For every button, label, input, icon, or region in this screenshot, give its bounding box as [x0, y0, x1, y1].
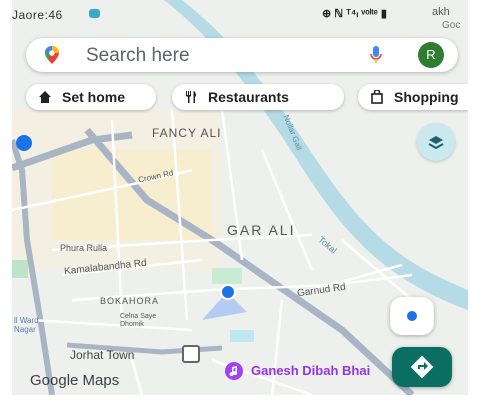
- compass-icon[interactable]: [16, 135, 32, 151]
- map-label-fancy-ali: FANCY ALI: [152, 126, 222, 140]
- my-location-button[interactable]: [390, 297, 434, 335]
- search-input[interactable]: Search here: [86, 45, 190, 67]
- fork-knife-icon: [186, 91, 196, 103]
- layers-button[interactable]: [417, 123, 455, 161]
- map-label-ward: ll Ward Nagar: [14, 316, 39, 334]
- home-icon: [39, 91, 51, 103]
- chip-shopping[interactable]: Shopping: [358, 84, 468, 110]
- status-time: Jaore:46: [12, 8, 63, 22]
- park-area: [12, 260, 28, 278]
- chip-label: Set home: [62, 89, 126, 105]
- chip-label: Shopping: [394, 89, 459, 105]
- chip-label: Restaurants: [208, 89, 289, 105]
- my-location-icon: [407, 311, 417, 321]
- map-label-prem-rd: Phura Rulla: [60, 243, 108, 253]
- notification-icon: [89, 9, 100, 18]
- music-note-icon: [225, 362, 243, 380]
- map-label-gar-ali: GAR ALI: [227, 222, 296, 238]
- chip-restaurants[interactable]: Restaurants: [172, 84, 344, 110]
- app-frame: FANCY ALI GAR ALI Crown Rd Phura Rulla K…: [0, 0, 478, 406]
- avatar[interactable]: R: [418, 42, 444, 68]
- layers-icon: [428, 136, 444, 150]
- map-label-top-right: akh: [432, 6, 450, 18]
- pond: [230, 330, 254, 342]
- mic-icon[interactable]: [369, 45, 383, 65]
- search-bar[interactable]: Search here R: [26, 38, 458, 72]
- directions-icon: [410, 355, 434, 379]
- poi-label: Ganesh Dibah Bhai: [251, 363, 371, 378]
- shopping-bag-icon: [371, 90, 383, 104]
- google-maps-logo: Google Maps: [30, 372, 120, 389]
- train-station-icon[interactable]: [182, 345, 200, 363]
- current-location-dot: [220, 284, 236, 300]
- map-label-jorhat-town: Jorhat Town: [70, 348, 135, 362]
- status-icons: ⊕ ℕ ᵀ⁴ₗ ᵛᵒˡᵗᵉ ▮: [322, 8, 387, 20]
- map-view[interactable]: FANCY ALI GAR ALI Crown Rd Phura Rulla K…: [12, 0, 468, 395]
- status-bar: Jaore:46 ⊕ ℕ ᵀ⁴ₗ ᵛᵒˡᵗᵉ ▮ akh Goc: [12, 0, 468, 31]
- park-area-2: [212, 268, 242, 284]
- chip-set-home[interactable]: Set home: [26, 84, 156, 110]
- map-label-church-rd: Celna Saye Dhomik: [120, 313, 157, 328]
- map-label-top-right-2: Goc: [442, 20, 461, 31]
- map-label-bokahora: BOKAHORA: [100, 296, 160, 306]
- directions-button[interactable]: [392, 347, 452, 387]
- maps-pin-icon: [45, 46, 59, 64]
